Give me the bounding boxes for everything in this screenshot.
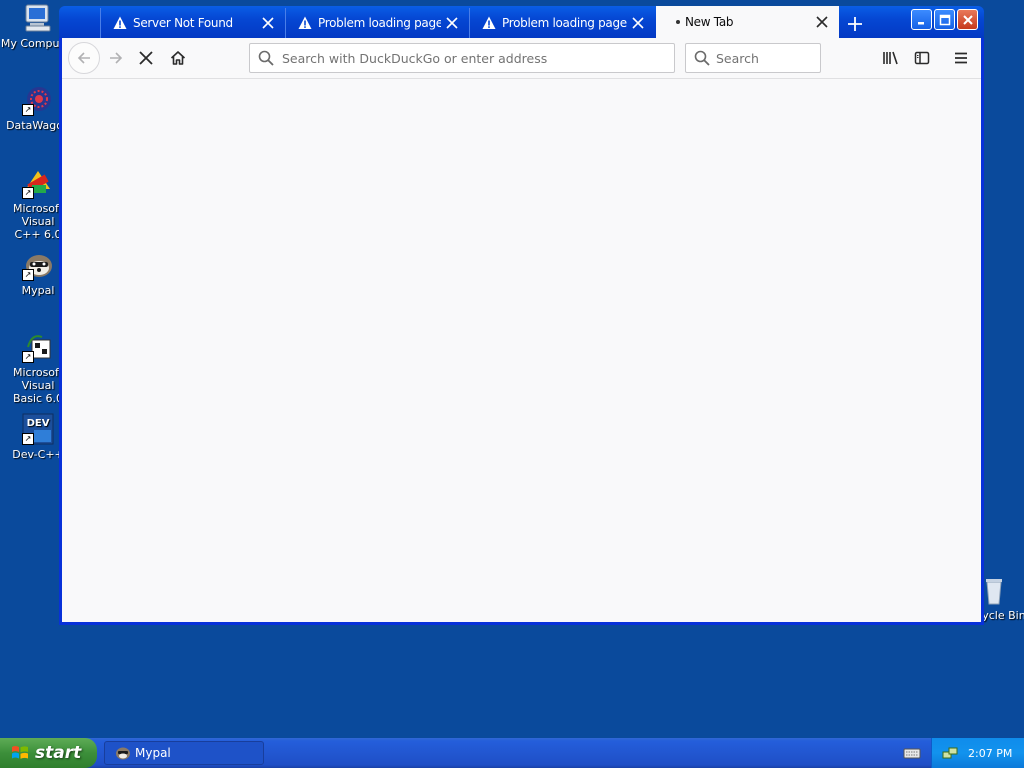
shortcut-arrow-icon: ↗ <box>22 433 34 445</box>
warning-icon <box>113 16 127 30</box>
mypal-raccoon-icon: ↗ <box>22 249 54 281</box>
sidebar-icon <box>914 51 930 65</box>
taskbar-item-mypal[interactable]: Mypal <box>104 741 264 765</box>
navigation-toolbar <box>62 38 981 79</box>
system-tray: 2:07 PM <box>931 738 1024 768</box>
library-icon <box>883 51 898 65</box>
windows-logo-icon <box>11 744 29 762</box>
dev-cpp-icon: DEV ↗ <box>22 413 54 445</box>
address-bar[interactable] <box>249 43 675 73</box>
maximize-button[interactable] <box>934 9 955 30</box>
back-arrow-icon <box>77 52 90 64</box>
sidebar-toggle-button[interactable] <box>908 44 936 72</box>
shortcut-arrow-icon: ↗ <box>22 104 34 116</box>
start-button[interactable]: start <box>0 738 97 768</box>
tab-label: Server Not Found <box>133 16 233 30</box>
search-bar[interactable] <box>685 43 821 73</box>
minimize-button[interactable] <box>911 9 932 30</box>
close-icon <box>962 14 973 25</box>
maximize-icon <box>939 14 950 25</box>
close-tab-icon[interactable] <box>811 11 833 33</box>
start-label: start <box>35 743 82 763</box>
keyboard-icon[interactable] <box>903 745 921 761</box>
loading-dot-icon <box>676 20 680 24</box>
back-button[interactable] <box>68 42 100 74</box>
page-content-area[interactable] <box>62 79 981 622</box>
shortcut-arrow-icon: ↗ <box>22 351 34 363</box>
tab-strip: Server Not Found Problem loading page Pr… <box>59 6 984 38</box>
shortcut-arrow-icon: ↗ <box>22 187 34 199</box>
search-icon <box>258 50 274 66</box>
tab-problem-loading-page-2[interactable]: Problem loading page <box>469 8 655 38</box>
search-input[interactable] <box>716 44 816 72</box>
forward-arrow-icon <box>110 52 123 64</box>
minimize-icon <box>917 21 924 24</box>
taskbar: start Mypal 2:07 PM <box>0 738 1024 768</box>
close-tab-icon[interactable] <box>257 12 279 34</box>
warning-icon <box>298 16 312 30</box>
clock[interactable]: 2:07 PM <box>968 747 1012 760</box>
tab-label: Problem loading page <box>318 16 441 30</box>
warning-icon <box>482 16 496 30</box>
tab-problem-loading-page[interactable]: Problem loading page <box>285 8 469 38</box>
browser-window: Server Not Found Problem loading page Pr… <box>59 6 984 625</box>
address-input[interactable] <box>282 44 667 72</box>
tab-label: New Tab <box>685 15 734 29</box>
taskbar-item-label: Mypal <box>135 746 171 760</box>
visual-basic-icon: ↗ <box>22 331 54 363</box>
visual-cpp-icon: ↗ <box>22 167 54 199</box>
plus-icon <box>848 17 862 31</box>
tab-server-not-found[interactable]: Server Not Found <box>100 8 285 38</box>
datawagon-icon: ↗ <box>22 84 54 116</box>
home-icon <box>170 51 186 65</box>
stop-button[interactable] <box>132 44 160 72</box>
tab-label: Problem loading page <box>502 16 627 30</box>
new-tab-button[interactable] <box>841 12 869 36</box>
library-button[interactable] <box>877 44 905 72</box>
close-window-button[interactable] <box>957 9 978 30</box>
network-icon[interactable] <box>942 745 958 761</box>
search-icon <box>694 50 710 66</box>
shortcut-arrow-icon: ↗ <box>22 269 34 281</box>
tab-new-tab[interactable]: New Tab <box>656 6 839 38</box>
mypal-raccoon-icon <box>115 745 131 761</box>
svg-text:DEV: DEV <box>27 418 50 429</box>
close-tab-icon[interactable] <box>627 12 649 34</box>
menu-button[interactable] <box>947 44 975 72</box>
home-button[interactable] <box>164 44 192 72</box>
hamburger-menu-icon <box>955 52 967 64</box>
computer-icon <box>22 2 54 34</box>
stop-icon <box>139 51 153 65</box>
close-tab-icon[interactable] <box>441 12 463 34</box>
forward-button[interactable] <box>102 44 130 72</box>
